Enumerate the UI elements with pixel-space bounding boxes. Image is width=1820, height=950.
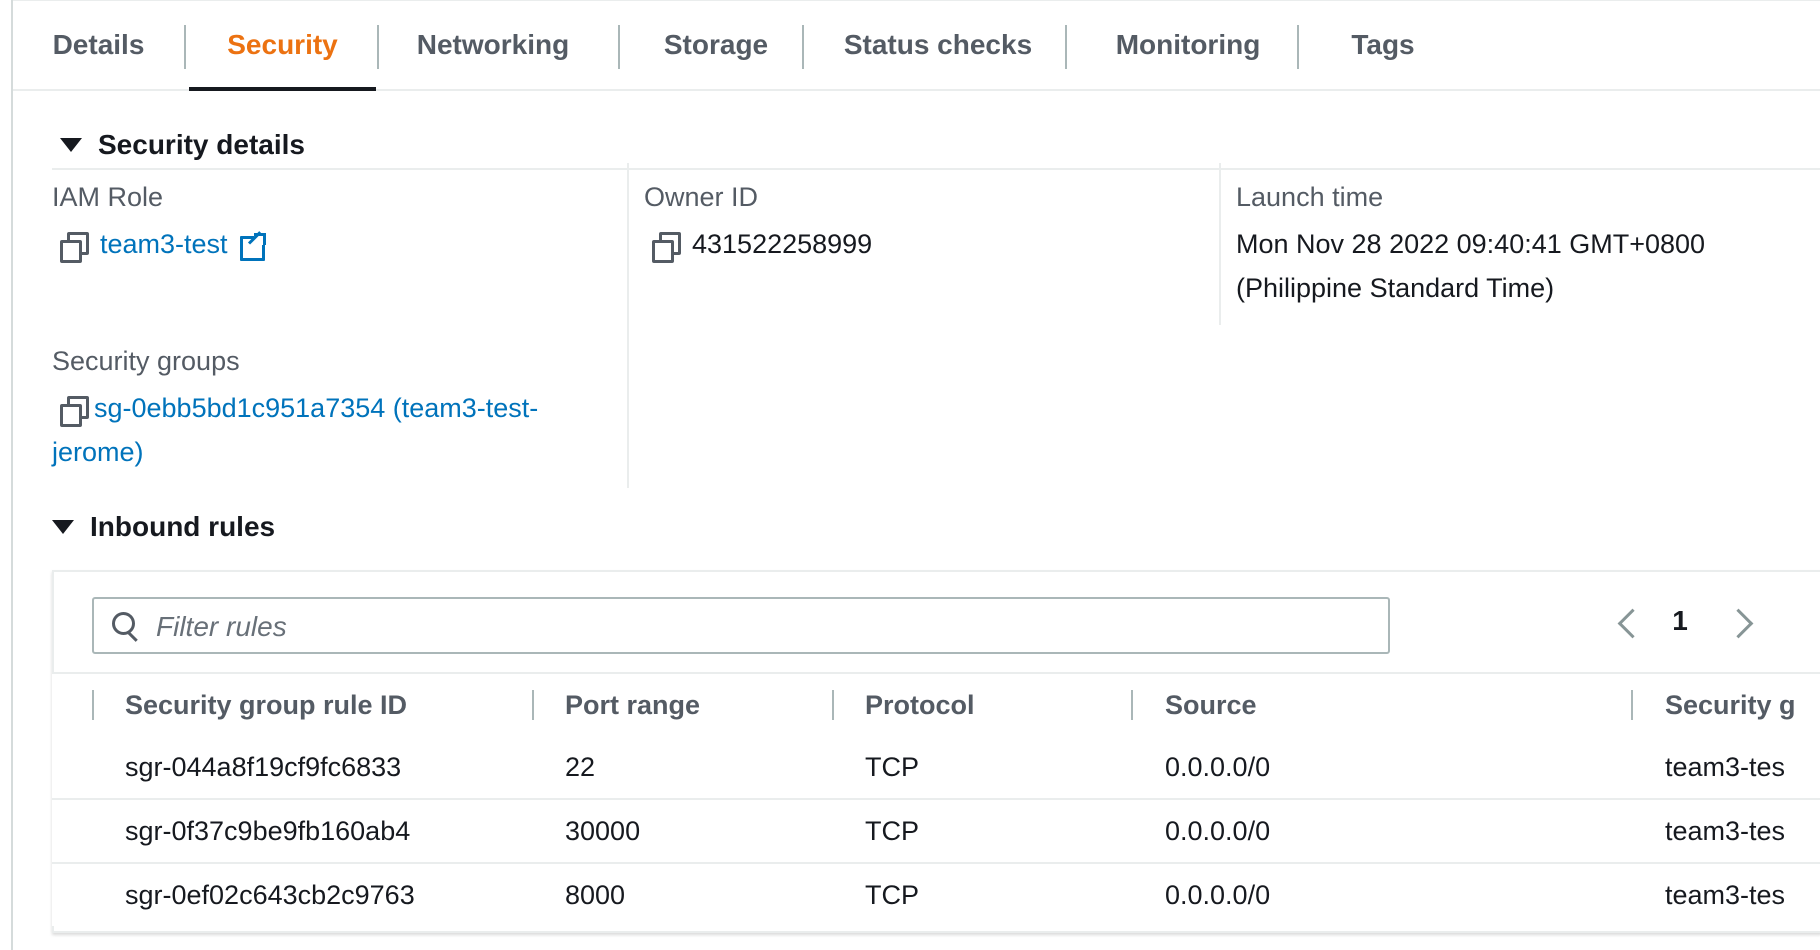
table-row: sgr-0f37c9be9fb160ab4 30000 TCP 0.0.0.0/…	[52, 800, 1820, 864]
inbound-rules-toggle[interactable]: Inbound rules	[52, 506, 275, 548]
tab-security[interactable]: Security	[189, 1, 376, 91]
security-details-heading: Security details	[98, 129, 305, 160]
cell-protocol: TCP	[865, 815, 919, 846]
tab-tags[interactable]: Tags	[1333, 1, 1433, 89]
column-resizer[interactable]	[532, 690, 534, 720]
column-header-rule-id[interactable]: Security group rule ID	[125, 674, 407, 736]
instance-security-panel: Details Security Networking Storage Stat…	[0, 0, 1820, 950]
tab-separator	[377, 25, 379, 69]
column-divider	[627, 163, 629, 488]
external-link-icon[interactable]	[239, 231, 266, 261]
security-groups-value: sg-0ebb5bd1c951a7354 (team3-test- jerome…	[52, 386, 538, 474]
launch-time-line1: Mon Nov 28 2022 09:40:41 GMT+0800	[1236, 229, 1706, 259]
cell-port-range: 8000	[565, 879, 626, 910]
table-row: sgr-0ef02c643cb2c9763 8000 TCP 0.0.0.0/0…	[52, 864, 1820, 926]
tab-separator	[618, 25, 620, 69]
iam-role-link[interactable]: team3-test	[100, 229, 228, 259]
caret-down-icon	[52, 520, 74, 534]
cell-source: 0.0.0.0/0	[1165, 815, 1271, 846]
table-header: Security group rule ID Port range Protoc…	[52, 672, 1820, 738]
security-details-toggle[interactable]: Security details	[60, 124, 305, 166]
section-divider	[52, 168, 1820, 170]
tab-status-checks[interactable]: Status checks	[838, 1, 1038, 89]
caret-down-icon	[60, 138, 82, 152]
column-resizer[interactable]	[1631, 690, 1633, 720]
iam-role-label: IAM Role	[52, 182, 164, 212]
page-number[interactable]: 1	[1660, 605, 1700, 637]
owner-id-label: Owner ID	[644, 182, 759, 212]
cell-rule-id: sgr-0f37c9be9fb160ab4	[125, 815, 411, 846]
filter-rules-field[interactable]	[92, 597, 1390, 654]
owner-id-value: 431522258999	[652, 222, 872, 266]
column-resizer[interactable]	[92, 690, 94, 720]
cell-protocol: TCP	[865, 751, 919, 782]
cell-rule-id: sgr-0ef02c643cb2c9763	[125, 879, 415, 910]
copy-icon[interactable]	[60, 231, 89, 263]
security-group-link-continued[interactable]: jerome)	[52, 430, 538, 474]
cell-port-range: 30000	[565, 815, 641, 846]
launch-time-line2: (Philippine Standard Time)	[1236, 273, 1555, 303]
column-divider	[1219, 163, 1221, 325]
table-row: sgr-044a8f19cf9fc6833 22 TCP 0.0.0.0/0 t…	[52, 736, 1820, 800]
security-groups-label: Security groups	[52, 346, 240, 376]
launch-time-value: Mon Nov 28 2022 09:40:41 GMT+0800 (Phili…	[1236, 222, 1705, 310]
search-icon	[112, 612, 136, 636]
column-header-security-group[interactable]: Security g	[1665, 674, 1796, 736]
column-resizer[interactable]	[832, 690, 834, 720]
tab-bar: Details Security Networking Storage Stat…	[13, 0, 1820, 91]
copy-icon[interactable]	[60, 395, 89, 427]
cell-port-range: 22	[565, 751, 596, 782]
column-resizer[interactable]	[1131, 690, 1133, 720]
tab-storage[interactable]: Storage	[656, 1, 776, 89]
cell-source: 0.0.0.0/0	[1165, 879, 1271, 910]
panel-left-border	[11, 0, 13, 950]
cell-security-group-link[interactable]: team3-tes	[1665, 800, 1785, 862]
tab-separator	[802, 25, 804, 69]
filter-rules-input[interactable]	[154, 599, 1378, 654]
column-header-port-range[interactable]: Port range	[565, 674, 700, 736]
cell-security-group-link[interactable]: team3-tes	[1665, 864, 1785, 926]
tab-separator	[1297, 25, 1299, 69]
launch-time-label: Launch time	[1236, 182, 1384, 212]
tab-separator	[184, 25, 186, 69]
tab-details[interactable]: Details	[42, 1, 155, 89]
owner-id-text: 431522258999	[692, 229, 873, 259]
iam-role-value: team3-test	[60, 222, 266, 266]
cell-rule-id: sgr-044a8f19cf9fc6833	[125, 751, 402, 782]
cell-source: 0.0.0.0/0	[1165, 751, 1271, 782]
cell-protocol: TCP	[865, 879, 919, 910]
copy-icon[interactable]	[652, 231, 681, 263]
column-header-protocol[interactable]: Protocol	[865, 674, 975, 736]
tab-networking[interactable]: Networking	[408, 1, 578, 89]
column-header-source[interactable]: Source	[1165, 674, 1257, 736]
tab-monitoring[interactable]: Monitoring	[1103, 1, 1273, 89]
inbound-rules-heading: Inbound rules	[90, 511, 276, 542]
security-group-link[interactable]: sg-0ebb5bd1c951a7354 (team3-test-	[94, 393, 538, 423]
cell-security-group-link[interactable]: team3-tes	[1665, 736, 1785, 798]
tab-separator	[1065, 25, 1067, 69]
